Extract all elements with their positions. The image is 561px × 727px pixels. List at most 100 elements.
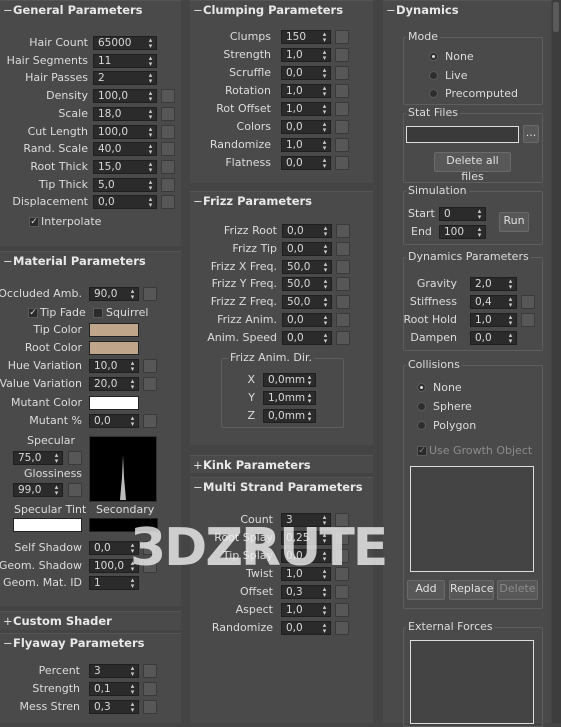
flyaway-param-spinner[interactable]: 3 ▴ ▾ [89, 664, 139, 678]
mode-none-radio[interactable] [429, 52, 438, 61]
tip-fade-checkbox[interactable]: ✓ [28, 308, 38, 318]
stat-files-path-input[interactable] [406, 126, 519, 143]
clumping-param-map-button[interactable] [335, 66, 349, 80]
frizz-parameters-header[interactable]: −Frizz Parameters [190, 192, 373, 210]
clumping-param-spinner[interactable]: 150 ▴ ▾ [281, 30, 331, 44]
clumping-param-spinner[interactable]: 0,0 ▴ ▾ [281, 120, 331, 134]
frizz-param-map-button[interactable] [336, 241, 350, 256]
general-param-spinner[interactable]: 40,0 ▴ ▾ [93, 142, 157, 157]
collision-objects-list[interactable] [410, 466, 534, 572]
frizz-param-spinner[interactable]: 50,0 ▴ ▾ [282, 259, 332, 274]
spinner-arrows-icon[interactable]: ▴ ▾ [322, 242, 329, 255]
start-spinner[interactable]: 0 ▴ ▾ [439, 207, 486, 221]
spinner-arrows-icon[interactable]: ▴ ▾ [476, 226, 483, 239]
clumping-param-spinner[interactable]: 1,0 ▴ ▾ [281, 138, 331, 152]
spinner-arrows-icon[interactable]: ▴ ▾ [147, 160, 154, 173]
spinner-arrows-icon[interactable]: ▴ ▾ [147, 54, 154, 67]
interpolate-checkbox[interactable]: ✓ [29, 217, 39, 227]
spinner-arrows-icon[interactable]: ▴ ▾ [322, 278, 329, 291]
dynamics-param-spinner[interactable]: 1,0 ▴ ▾ [470, 313, 517, 327]
external-forces-list[interactable] [410, 640, 534, 724]
spinner-arrows-icon[interactable]: ▴ ▾ [322, 260, 329, 273]
frizz-param-spinner[interactable]: 0,0 ▴ ▾ [282, 313, 332, 327]
frizz-param-map-button[interactable] [336, 224, 350, 238]
general-param-spinner[interactable]: 65000 ▴ ▾ [93, 36, 157, 50]
spinner-arrows-icon[interactable]: ▴ ▾ [147, 196, 154, 209]
spinner-arrows-icon[interactable]: ▴ ▾ [306, 374, 313, 387]
general-param-map-button[interactable] [161, 177, 175, 192]
general-param-map-button[interactable] [161, 142, 175, 157]
flyaway-param-map-button[interactable] [143, 682, 157, 696]
spinner-arrows-icon[interactable]: ▴ ▾ [507, 332, 514, 345]
spinner-arrows-icon[interactable]: ▴ ▾ [321, 622, 328, 635]
frizz-param-spinner[interactable]: 0,0 ▴ ▾ [282, 330, 332, 345]
spinner-arrows-icon[interactable]: ▴ ▾ [129, 665, 136, 678]
squirrel-checkbox[interactable] [93, 308, 103, 318]
specular-spinner[interactable]: 75,0 ▴ ▾ [13, 451, 63, 465]
occluded-amb-spinner[interactable]: 90,0 ▴ ▾ [89, 287, 139, 301]
flyaway-param-spinner[interactable]: 0,1 ▴ ▾ [89, 682, 139, 696]
dynamics-param-spinner[interactable]: 0,0 ▴ ▾ [470, 331, 517, 345]
spinner-arrows-icon[interactable]: ▴ ▾ [322, 296, 329, 309]
general-param-map-button[interactable] [161, 106, 175, 121]
spinner-arrows-icon[interactable]: ▴ ▾ [129, 701, 136, 714]
frizz-param-map-button[interactable] [336, 330, 350, 345]
spinner-arrows-icon[interactable]: ▴ ▾ [507, 296, 514, 309]
dynamics-header[interactable]: −Dynamics [383, 1, 551, 19]
value-variation-spinner[interactable]: 20,0 ▴ ▾ [89, 377, 139, 391]
spinner-arrows-icon[interactable]: ▴ ▾ [476, 208, 483, 221]
general-param-map-button[interactable] [161, 159, 175, 174]
general-param-map-button[interactable] [161, 124, 175, 139]
general-param-map-button[interactable] [161, 89, 175, 104]
custom-shader-header[interactable]: +Custom Shader [0, 612, 181, 630]
spinner-arrows-icon[interactable]: ▴ ▾ [306, 410, 313, 423]
frizz-param-spinner[interactable]: 50,0 ▴ ▾ [282, 277, 332, 292]
general-param-spinner[interactable]: 11 ▴ ▾ [93, 53, 157, 68]
frizz-dir-spinner[interactable]: 0,0mm ▴ ▾ [263, 409, 316, 423]
general-param-spinner[interactable]: 15,0 ▴ ▾ [93, 159, 157, 174]
add-collision-button[interactable]: Add [407, 580, 445, 600]
clumping-param-spinner[interactable]: 1,0 ▴ ▾ [281, 102, 331, 116]
spinner-arrows-icon[interactable]: ▴ ▾ [147, 90, 154, 103]
clumping-param-map-button[interactable] [335, 120, 349, 134]
geom-mat-id-spinner[interactable]: 1 ▴ ▾ [89, 576, 139, 590]
frizz-dir-spinner[interactable]: 0,0mm ▴ ▾ [263, 373, 316, 387]
clumping-parameters-header[interactable]: −Clumping Parameters [190, 1, 373, 19]
clumping-param-map-button[interactable] [335, 138, 349, 152]
general-param-spinner[interactable]: 100,0 ▴ ▾ [93, 89, 157, 104]
spinner-arrows-icon[interactable]: ▴ ▾ [147, 125, 154, 138]
spinner-arrows-icon[interactable]: ▴ ▾ [321, 49, 328, 62]
frizz-param-spinner[interactable]: 50,0 ▴ ▾ [282, 295, 332, 310]
spinner-arrows-icon[interactable]: ▴ ▾ [321, 67, 328, 80]
stat-files-browse-button[interactable]: ... [523, 125, 539, 143]
collision-sphere-radio[interactable] [417, 402, 426, 411]
mode-live-radio[interactable] [429, 71, 438, 80]
spinner-arrows-icon[interactable]: ▴ ▾ [129, 683, 136, 696]
clumping-param-spinner[interactable]: 0,0 ▴ ▾ [281, 66, 331, 80]
end-spinner[interactable]: 100 ▴ ▾ [439, 225, 486, 239]
value-variation-map-button[interactable] [143, 377, 157, 391]
frizz-param-spinner[interactable]: 0,0 ▴ ▾ [282, 241, 332, 256]
spinner-arrows-icon[interactable]: ▴ ▾ [129, 577, 136, 590]
multistrand-param-map-button[interactable] [335, 621, 349, 635]
root-color-swatch[interactable] [89, 341, 139, 355]
dynamics-scrollbar[interactable] [552, 0, 561, 723]
multistrand-param-spinner[interactable]: 1,0 ▴ ▾ [281, 603, 331, 617]
clumping-param-map-button[interactable] [335, 102, 349, 116]
spinner-arrows-icon[interactable]: ▴ ▾ [147, 72, 154, 85]
clumping-param-map-button[interactable] [335, 48, 349, 62]
mutant-color-swatch[interactable] [89, 396, 139, 410]
mutant-pct-spinner[interactable]: 0,0 ▴ ▾ [89, 414, 139, 428]
spinner-arrows-icon[interactable]: ▴ ▾ [306, 392, 313, 405]
frizz-param-map-button[interactable] [336, 259, 350, 274]
spinner-arrows-icon[interactable]: ▴ ▾ [53, 452, 60, 465]
spinner-arrows-icon[interactable]: ▴ ▾ [321, 85, 328, 98]
glossiness-map-button[interactable] [68, 483, 82, 497]
general-parameters-header[interactable]: −General Parameters [0, 1, 181, 19]
mutant-pct-map-button[interactable] [143, 414, 157, 428]
general-param-spinner[interactable]: 5,0 ▴ ▾ [93, 177, 157, 192]
general-param-map-button[interactable] [161, 195, 175, 210]
mode-precomputed-radio[interactable] [429, 89, 438, 98]
multistrand-param-map-button[interactable] [335, 603, 349, 617]
spinner-arrows-icon[interactable]: ▴ ▾ [321, 103, 328, 116]
